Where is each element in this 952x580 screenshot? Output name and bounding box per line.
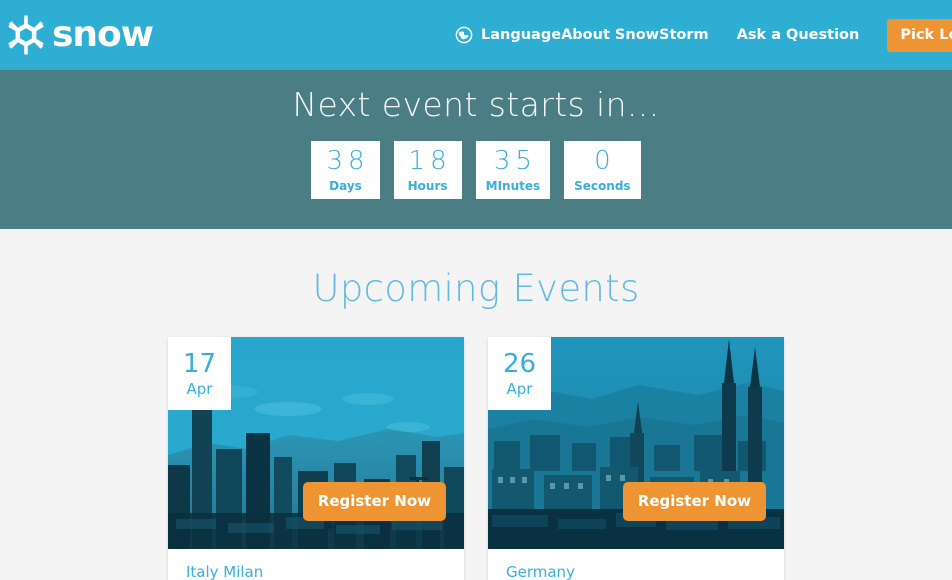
- countdown-label-days: Days: [329, 178, 362, 193]
- countdown-unit-days: 38 Days: [311, 141, 380, 200]
- event-date-day: 26: [502, 348, 537, 379]
- countdown-value-seconds: 0: [594, 145, 616, 176]
- event-card-body: Germany Stuttgart: [488, 549, 784, 580]
- countdown-timer: 38 Days 18 Hours 35 MInutes 0 Seconds: [311, 141, 641, 200]
- nav-links-group: About SnowStorm Ask a Question Pick Loca…: [561, 18, 952, 52]
- countdown-label-hours: Hours: [407, 178, 448, 193]
- pick-location-button[interactable]: Pick Location: [887, 18, 952, 52]
- globe-icon: [455, 26, 473, 44]
- page-title: Upcoming Events: [312, 267, 640, 310]
- countdown-title: Next event starts in...: [292, 85, 660, 124]
- event-date-badge: 26 Apr: [488, 337, 551, 410]
- snowflake-gear-icon: [6, 15, 46, 55]
- main-navigation: Language About SnowStorm Ask a Question …: [455, 0, 952, 70]
- countdown-unit-seconds: 0 Seconds: [564, 141, 641, 200]
- event-date-month: Apr: [186, 379, 213, 398]
- register-now-button[interactable]: Register Now: [622, 482, 766, 521]
- events-list: 17 Apr Register Now Italy Milan 26 Apr R…: [0, 337, 952, 580]
- event-card[interactable]: 17 Apr Register Now Italy Milan: [168, 337, 464, 580]
- event-card-media: 17 Apr Register Now: [168, 337, 464, 549]
- countdown-value-days: 38: [326, 145, 370, 176]
- event-date-badge: 17 Apr: [168, 337, 231, 410]
- register-now-button[interactable]: Register Now: [302, 482, 446, 521]
- event-card-media: 26 Apr Register Now: [488, 337, 784, 549]
- event-date-day: 17: [182, 348, 217, 379]
- nav-link-about[interactable]: About SnowStorm: [561, 27, 709, 43]
- event-card-body: Italy Milan: [168, 549, 464, 580]
- nav-link-ask-question[interactable]: Ask a Question: [737, 27, 860, 43]
- countdown-section: Next event starts in... 38 Days 18 Hours…: [0, 70, 952, 229]
- countdown-value-hours: 18: [408, 145, 452, 176]
- site-header: snow Language About SnowStorm Ask a Ques…: [0, 0, 952, 70]
- countdown-label-minutes: MInutes: [485, 178, 541, 193]
- event-location-country: Germany: [506, 563, 575, 580]
- countdown-unit-minutes: 35 MInutes: [475, 141, 551, 200]
- site-logo[interactable]: snow: [6, 14, 154, 55]
- language-selector[interactable]: Language: [455, 26, 561, 44]
- countdown-label-seconds: Seconds: [574, 178, 631, 193]
- main-content: Upcoming Events 17 Apr Register Now Ital…: [0, 229, 952, 580]
- event-date-month: Apr: [506, 379, 533, 398]
- logo-text: snow: [52, 14, 154, 55]
- event-card[interactable]: 26 Apr Register Now Germany Stuttgart: [488, 337, 784, 580]
- language-label[interactable]: Language: [481, 27, 561, 43]
- countdown-value-minutes: 35: [493, 145, 537, 176]
- countdown-unit-hours: 18 Hours: [393, 141, 462, 200]
- event-location-country: Italy Milan: [186, 563, 264, 580]
